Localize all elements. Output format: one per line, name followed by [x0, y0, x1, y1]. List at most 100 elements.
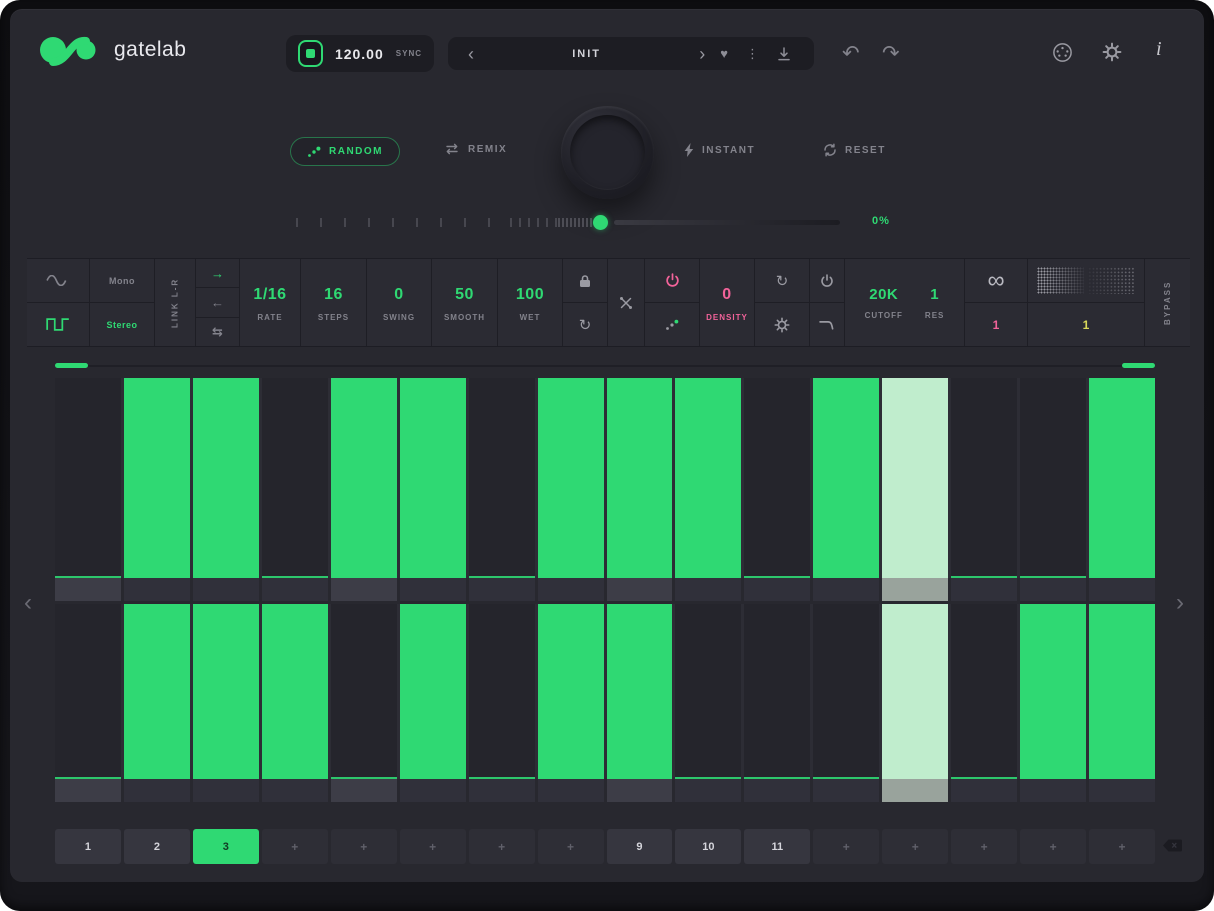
step-cell-bottom-4[interactable] — [262, 604, 328, 779]
step-cell-top-16[interactable] — [1089, 378, 1155, 578]
step-handle-10[interactable] — [675, 578, 741, 601]
step-cell-top-8[interactable] — [538, 378, 604, 578]
pattern-slot-13[interactable]: + — [882, 829, 948, 864]
sync-toggle[interactable]: SYNC — [396, 49, 422, 58]
cycle-button[interactable]: ↻ — [563, 303, 607, 346]
step-cell-top-11[interactable] — [744, 378, 810, 578]
cutoff-control[interactable]: 20K CUTOFF — [865, 286, 903, 320]
filter-power-button[interactable] — [810, 259, 844, 303]
pattern-slot-7[interactable]: + — [469, 829, 535, 864]
save-download-icon[interactable] — [768, 47, 800, 61]
randomize-amount-track[interactable] — [614, 220, 840, 225]
pattern-slot-9[interactable]: 9 — [607, 829, 673, 864]
step-cell-bottom-8[interactable] — [538, 604, 604, 779]
step-bar-top-9[interactable] — [607, 378, 673, 578]
step-handle-7[interactable] — [469, 578, 535, 601]
redo-button[interactable]: ↷ — [882, 41, 900, 66]
step-handle-1[interactable] — [55, 779, 121, 802]
filter-curve-button[interactable] — [810, 303, 844, 346]
step-handle-9[interactable] — [607, 578, 673, 601]
step-cell-bottom-11[interactable] — [744, 604, 810, 779]
step-bar-bottom-8[interactable] — [538, 604, 604, 779]
infinity-slot-selector[interactable]: 1 — [965, 303, 1027, 346]
step-cell-top-15[interactable] — [1020, 378, 1086, 578]
loop-start-marker[interactable] — [55, 363, 88, 368]
info-icon[interactable]: i — [1156, 38, 1162, 61]
step-cell-bottom-1[interactable] — [55, 604, 121, 779]
step-cell-top-6[interactable] — [400, 378, 466, 578]
pattern-slot-4[interactable]: + — [262, 829, 328, 864]
link-lr-toggle[interactable]: LINK L-R — [155, 259, 195, 346]
step-handle-10[interactable] — [675, 779, 741, 802]
step-cell-bottom-9[interactable] — [607, 604, 673, 779]
pattern-slot-10[interactable]: 10 — [675, 829, 741, 864]
instant-button[interactable]: INSTANT — [684, 143, 755, 157]
loop-end-marker[interactable] — [1122, 363, 1155, 368]
stop-button[interactable] — [298, 40, 323, 67]
step-handle-5[interactable] — [331, 578, 397, 601]
keyboard-remove-icon[interactable] — [1162, 839, 1183, 852]
step-handle-7[interactable] — [469, 779, 535, 802]
step-cell-top-3[interactable] — [193, 378, 259, 578]
step-cell-top-5[interactable] — [331, 378, 397, 578]
square-wave-button[interactable] — [27, 303, 89, 346]
step-cell-bottom-3[interactable] — [193, 604, 259, 779]
step-handle-11[interactable] — [744, 779, 810, 802]
noise-texture-a-icon[interactable] — [1037, 267, 1084, 294]
preset-next-button[interactable]: › — [693, 45, 711, 63]
step-handle-3[interactable] — [193, 578, 259, 601]
step-bar-top-8[interactable] — [538, 378, 604, 578]
noise-texture-b-icon[interactable] — [1088, 267, 1135, 294]
pattern-slot-14[interactable]: + — [951, 829, 1017, 864]
pattern-slot-11[interactable]: 11 — [744, 829, 810, 864]
pattern-slot-1[interactable]: 1 — [55, 829, 121, 864]
density-random-button[interactable] — [645, 303, 699, 346]
noise-slot-selector[interactable]: 1 — [1028, 303, 1144, 346]
random-button[interactable]: RANDOM — [290, 137, 400, 166]
mono-button[interactable]: Mono — [90, 259, 154, 303]
stereo-button[interactable]: Stereo — [90, 303, 154, 346]
favorite-heart-icon[interactable]: ♥ — [711, 46, 737, 61]
pattern-slot-8[interactable]: + — [538, 829, 604, 864]
step-handle-2[interactable] — [124, 578, 190, 601]
rate-control[interactable]: 1/16 RATE — [240, 259, 301, 346]
pattern-slot-3[interactable]: 3 — [193, 829, 259, 864]
step-bar-top-6[interactable] — [400, 378, 466, 578]
wet-control[interactable]: 100 WET — [498, 259, 563, 346]
step-cell-bottom-5[interactable] — [331, 604, 397, 779]
step-handle-6[interactable] — [400, 578, 466, 601]
resonance-control[interactable]: 1 RES — [925, 286, 944, 320]
pattern-slot-15[interactable]: + — [1020, 829, 1086, 864]
main-gate-knob[interactable] — [561, 106, 654, 199]
step-bar-top-5[interactable] — [331, 378, 397, 578]
step-handle-4[interactable] — [262, 578, 328, 601]
density-control[interactable]: 0 DENSITY — [700, 259, 755, 346]
sine-wave-button[interactable] — [27, 259, 89, 303]
smooth-control[interactable]: 50 SMOOTH — [432, 259, 498, 346]
lock-button[interactable] — [563, 259, 607, 303]
step-cell-top-2[interactable] — [124, 378, 190, 578]
step-handle-13[interactable] — [882, 779, 948, 802]
step-cell-top-9[interactable] — [607, 378, 673, 578]
step-bar-bottom-4[interactable] — [262, 604, 328, 779]
step-handle-3[interactable] — [193, 779, 259, 802]
step-cell-top-13[interactable] — [882, 378, 948, 578]
pattern-slot-16[interactable]: + — [1089, 829, 1155, 864]
direction-forward-button[interactable]: → — [196, 259, 239, 288]
density-power-button[interactable] — [645, 259, 699, 303]
step-handle-14[interactable] — [951, 779, 1017, 802]
step-handle-15[interactable] — [1020, 779, 1086, 802]
pattern-slot-2[interactable]: 2 — [124, 829, 190, 864]
step-cell-bottom-13[interactable] — [882, 604, 948, 779]
step-cell-bottom-6[interactable] — [400, 604, 466, 779]
reset-button[interactable]: RESET — [823, 143, 886, 157]
preset-prev-button[interactable]: ‹ — [462, 45, 480, 63]
step-cell-bottom-15[interactable] — [1020, 604, 1086, 779]
midi-settings-icon[interactable] — [1052, 42, 1073, 63]
pattern-slot-6[interactable]: + — [400, 829, 466, 864]
sequencer-next-page-button[interactable]: › — [1176, 591, 1184, 615]
step-bar-top-16[interactable] — [1089, 378, 1155, 578]
step-handle-2[interactable] — [124, 779, 190, 802]
step-bar-bottom-3[interactable] — [193, 604, 259, 779]
step-handle-16[interactable] — [1089, 578, 1155, 601]
